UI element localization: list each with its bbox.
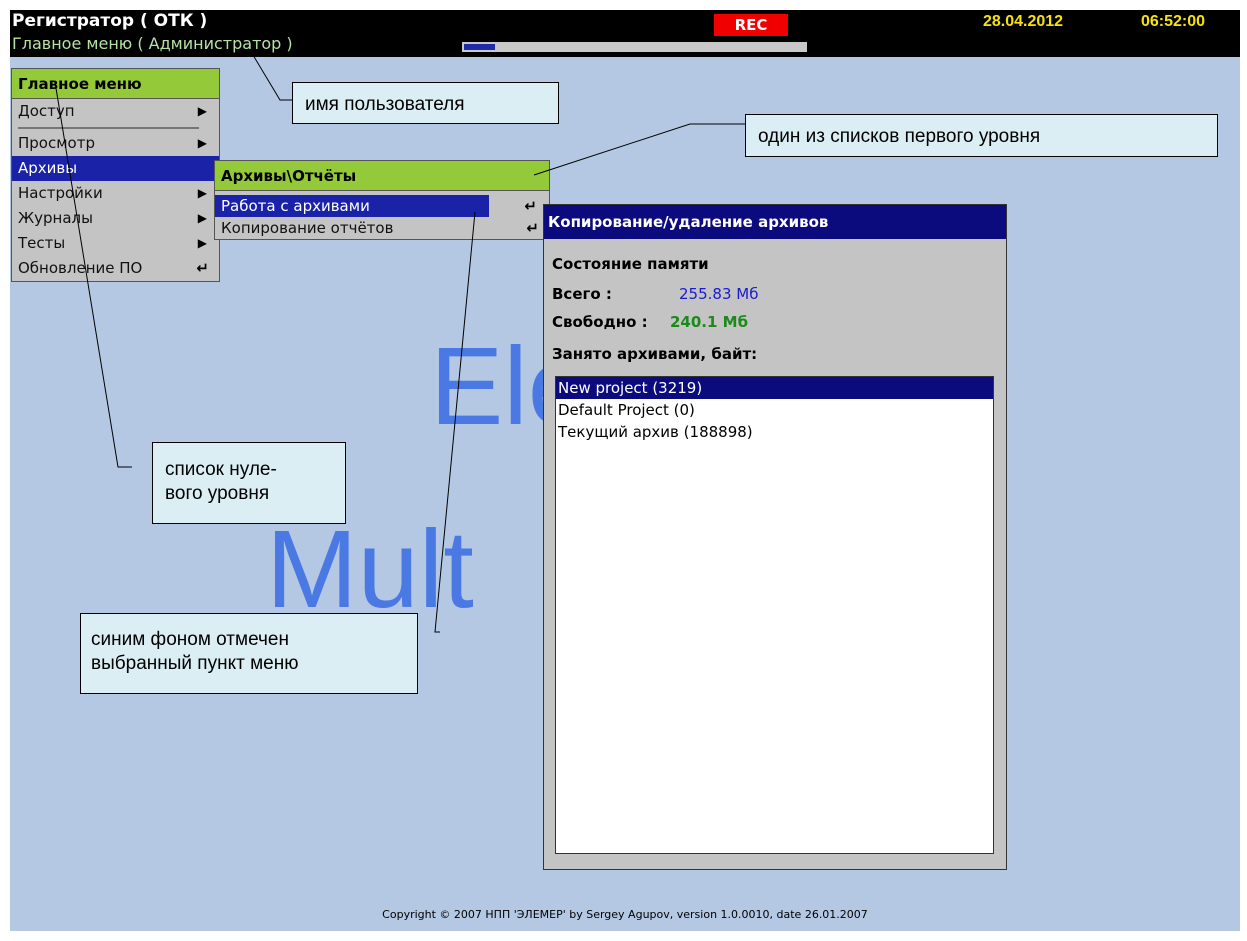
user-name-leader-line: [249, 49, 292, 101]
callout-zero-level: список нуле- вого уровня: [152, 442, 346, 524]
copyright-text: Copyright © 2007 НПП 'ЭЛЕМЕР' by Sergey …: [382, 908, 868, 921]
recorder-screen: Регистратор ( ОТК ) Главное меню ( Админ…: [10, 10, 1240, 931]
callout-selected-item: синим фоном отмечен выбранный пункт меню: [80, 613, 418, 694]
callout-user-name: имя пользователя: [292, 82, 559, 124]
first-level-leader-line: [533, 123, 745, 176]
zero-level-leader-line: [54, 81, 132, 468]
selected-item-leader-line: [434, 211, 476, 633]
callout-first-level: один из списков первого уровня: [745, 114, 1218, 157]
